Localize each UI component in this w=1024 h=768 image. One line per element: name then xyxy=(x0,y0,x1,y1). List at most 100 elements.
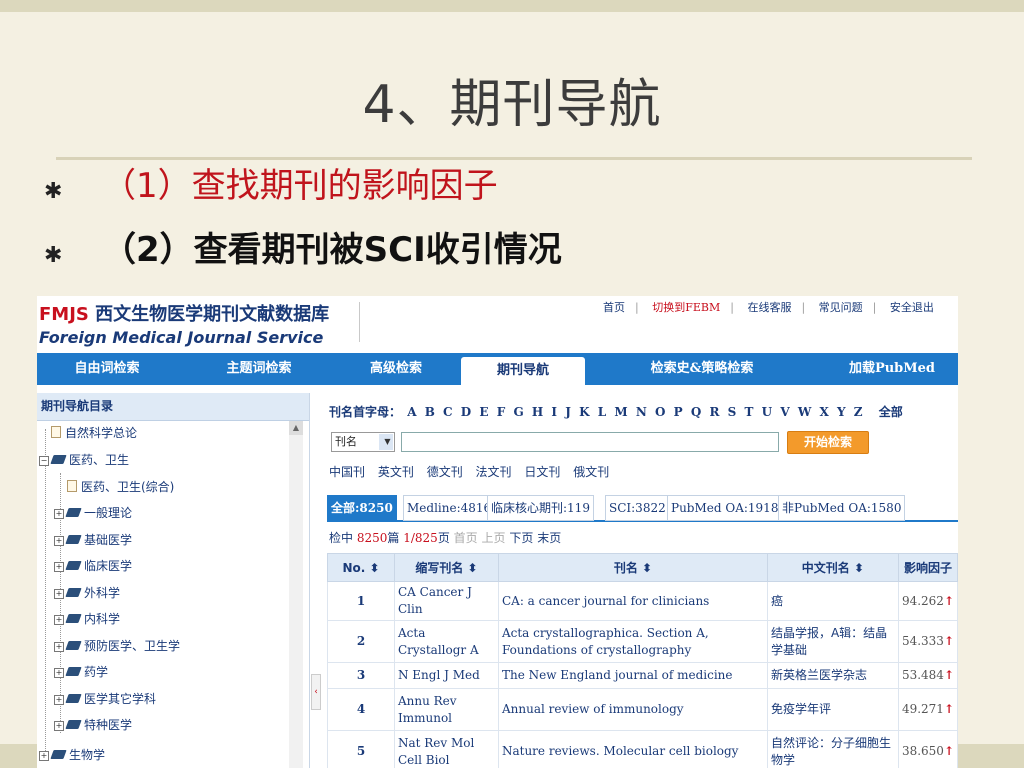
top-link-febm[interactable]: 切换到FEBM xyxy=(652,301,720,314)
cell-title[interactable]: Acta crystallographica. Section A, Found… xyxy=(497,620,768,663)
table-row[interactable]: 4 Annu Rev Immunol Annual review of immuno… xyxy=(327,688,958,731)
table-row[interactable]: 3N Engl J Med The New England journal of … xyxy=(327,662,958,689)
alphabet-letter[interactable]: Q xyxy=(691,405,701,419)
prev-page-link[interactable]: 上页 xyxy=(482,531,506,545)
sidebar-collapse-icon[interactable]: ‹ xyxy=(311,674,321,710)
top-link-home[interactable]: 首页 xyxy=(603,301,625,314)
tree-item-internal-medicine[interactable]: + 内科学 xyxy=(54,610,120,628)
alphabet-letter[interactable]: D xyxy=(461,405,471,419)
cell-abbr[interactable]: N Engl J Med xyxy=(393,662,499,689)
cell-abbr[interactable]: Acta Crystallogr A xyxy=(393,620,499,663)
tree-item-natural-science[interactable]: 自然科学总论 xyxy=(51,424,137,442)
alphabet-letter[interactable]: A xyxy=(407,405,416,419)
tree-item-general-theory[interactable]: + 一般理论 xyxy=(54,504,132,522)
nav-load-pubmed[interactable]: 加载PubMed xyxy=(827,353,957,385)
alphabet-letter[interactable]: W xyxy=(798,405,811,419)
cell-title[interactable]: CA: a cancer journal for clinicians xyxy=(497,581,768,621)
filter-tab-clinical-core[interactable]: 临床核心期刊:119 xyxy=(487,495,594,521)
filter-tab-non-pubmed-oa[interactable]: 非PubMed OA:1580 xyxy=(778,495,906,521)
tree-item-medicine-general[interactable]: 医药、卫生(综合) xyxy=(67,478,174,496)
tree-item-clinical-medicine[interactable]: + 临床医学 xyxy=(54,557,132,575)
tree-item-other-medical[interactable]: + 医学其它学科 xyxy=(54,690,156,708)
scroll-up-icon[interactable]: ▲ xyxy=(289,421,303,435)
expand-icon[interactable]: + xyxy=(54,668,64,678)
alphabet-letter[interactable]: K xyxy=(579,405,589,419)
alphabet-letter[interactable]: L xyxy=(598,405,606,419)
search-field-select[interactable]: 刊名 ▼ xyxy=(331,432,395,452)
table-row[interactable]: 5 Nat Rev Mol Cell Biol Nature reviews. Mo… xyxy=(327,730,958,768)
col-abbr[interactable]: 缩写刊名 ⬍ xyxy=(393,553,499,582)
alphabet-letter[interactable]: J xyxy=(565,405,571,419)
alphabet-letter[interactable]: Y xyxy=(837,405,846,419)
filter-tab-pubmed-oa[interactable]: PubMed OA:1918 xyxy=(667,495,783,521)
alphabet-letter[interactable]: Z xyxy=(854,405,863,419)
cell-abbr[interactable]: Annu Rev Immunol xyxy=(393,688,499,731)
alphabet-letter[interactable]: E xyxy=(479,405,488,419)
expand-icon[interactable]: + xyxy=(54,536,64,546)
next-page-link[interactable]: 下页 xyxy=(509,531,533,545)
expand-icon[interactable]: + xyxy=(54,615,64,625)
alphabet-letter[interactable]: S xyxy=(728,405,737,419)
filter-tab-all[interactable]: 全部:8250 xyxy=(327,495,397,521)
col-no[interactable]: No. ⬍ xyxy=(327,553,395,582)
lang-german[interactable]: 德文刊 xyxy=(427,465,463,479)
alphabet-letter[interactable]: R xyxy=(710,405,720,419)
alphabet-letter[interactable]: T xyxy=(745,405,754,419)
expand-icon[interactable]: + xyxy=(54,642,64,652)
site-logo[interactable]: FMJS 西文生物医学期刊文献数据库 Foreign Medical Journ… xyxy=(39,300,359,347)
tree-item-pharmacy[interactable]: + 药学 xyxy=(54,663,108,681)
alphabet-letter[interactable]: F xyxy=(497,405,506,419)
tree-item-preventive-medicine[interactable]: + 预防医学、卫生学 xyxy=(54,637,180,655)
alphabet-letter[interactable]: U xyxy=(762,405,772,419)
sidebar-scrollbar[interactable]: ▲ xyxy=(289,421,303,768)
table-row[interactable]: 2 Acta Crystallogr A Acta crystallographic… xyxy=(327,620,958,663)
col-chinese-title[interactable]: 中文刊名 ⬍ xyxy=(766,553,899,582)
alphabet-letter[interactable]: C xyxy=(443,405,453,419)
tree-item-medicine[interactable]: − 医药、卫生 xyxy=(39,451,129,469)
lang-english[interactable]: 英文刊 xyxy=(378,465,414,479)
tree-item-special-medicine[interactable]: + 特种医学 xyxy=(54,716,132,734)
nav-advanced-search[interactable]: 高级检索 xyxy=(337,353,455,385)
lang-chinese[interactable]: 中国刊 xyxy=(329,465,365,479)
cell-title[interactable]: The New England journal of medicine xyxy=(497,662,768,689)
expand-icon[interactable]: + xyxy=(54,695,64,705)
first-page-link[interactable]: 首页 xyxy=(454,531,478,545)
tree-item-biology[interactable]: + 生物学 xyxy=(39,746,105,764)
cell-title[interactable]: Annual review of immunology xyxy=(497,688,768,731)
collapse-icon[interactable]: − xyxy=(39,456,49,466)
cell-title[interactable]: Nature reviews. Molecular cell biology xyxy=(497,730,768,768)
tree-item-basic-medicine[interactable]: + 基础医学 xyxy=(54,531,132,549)
top-link-logout[interactable]: 安全退出 xyxy=(890,301,934,314)
alphabet-letter[interactable]: I xyxy=(551,405,557,419)
alphabet-letter[interactable]: P xyxy=(674,405,683,419)
alphabet-letter[interactable]: N xyxy=(636,405,647,419)
col-title[interactable]: 刊名 ⬍ xyxy=(497,553,768,582)
expand-icon[interactable]: + xyxy=(54,721,64,731)
expand-icon[interactable]: + xyxy=(54,589,64,599)
expand-icon[interactable]: + xyxy=(39,751,49,761)
col-impact-factor[interactable]: 影响因子 xyxy=(897,553,958,582)
nav-free-search[interactable]: 自由词检索 xyxy=(37,353,177,385)
alphabet-all-link[interactable]: 全部 xyxy=(879,405,903,419)
search-input[interactable] xyxy=(401,432,779,452)
alphabet-letter[interactable]: G xyxy=(513,405,523,419)
nav-history-search[interactable]: 检索史&策略检索 xyxy=(607,353,797,385)
start-search-button[interactable]: 开始检索 xyxy=(787,431,869,454)
table-row[interactable]: 1 CA Cancer J Clin CA: a cancer journal fo… xyxy=(327,581,958,621)
tree-item-surgery[interactable]: + 外科学 xyxy=(54,584,120,602)
alphabet-letter[interactable]: X xyxy=(819,405,828,419)
top-link-faq[interactable]: 常见问题 xyxy=(819,301,863,314)
last-page-link[interactable]: 末页 xyxy=(537,531,561,545)
nav-journal-navigation[interactable]: 期刊导航 xyxy=(461,357,585,385)
cell-abbr[interactable]: CA Cancer J Clin xyxy=(393,581,499,621)
nav-subject-search[interactable]: 主题词检索 xyxy=(187,353,331,385)
alphabet-letter[interactable]: V xyxy=(780,405,789,419)
alphabet-letter[interactable]: M xyxy=(614,405,627,419)
lang-japanese[interactable]: 日文刊 xyxy=(524,465,560,479)
lang-french[interactable]: 法文刊 xyxy=(476,465,512,479)
alphabet-letter[interactable]: O xyxy=(655,405,665,419)
expand-icon[interactable]: + xyxy=(54,562,64,572)
alphabet-letter[interactable]: H xyxy=(532,405,543,419)
top-link-service[interactable]: 在线客服 xyxy=(747,301,791,314)
expand-icon[interactable]: + xyxy=(54,509,64,519)
